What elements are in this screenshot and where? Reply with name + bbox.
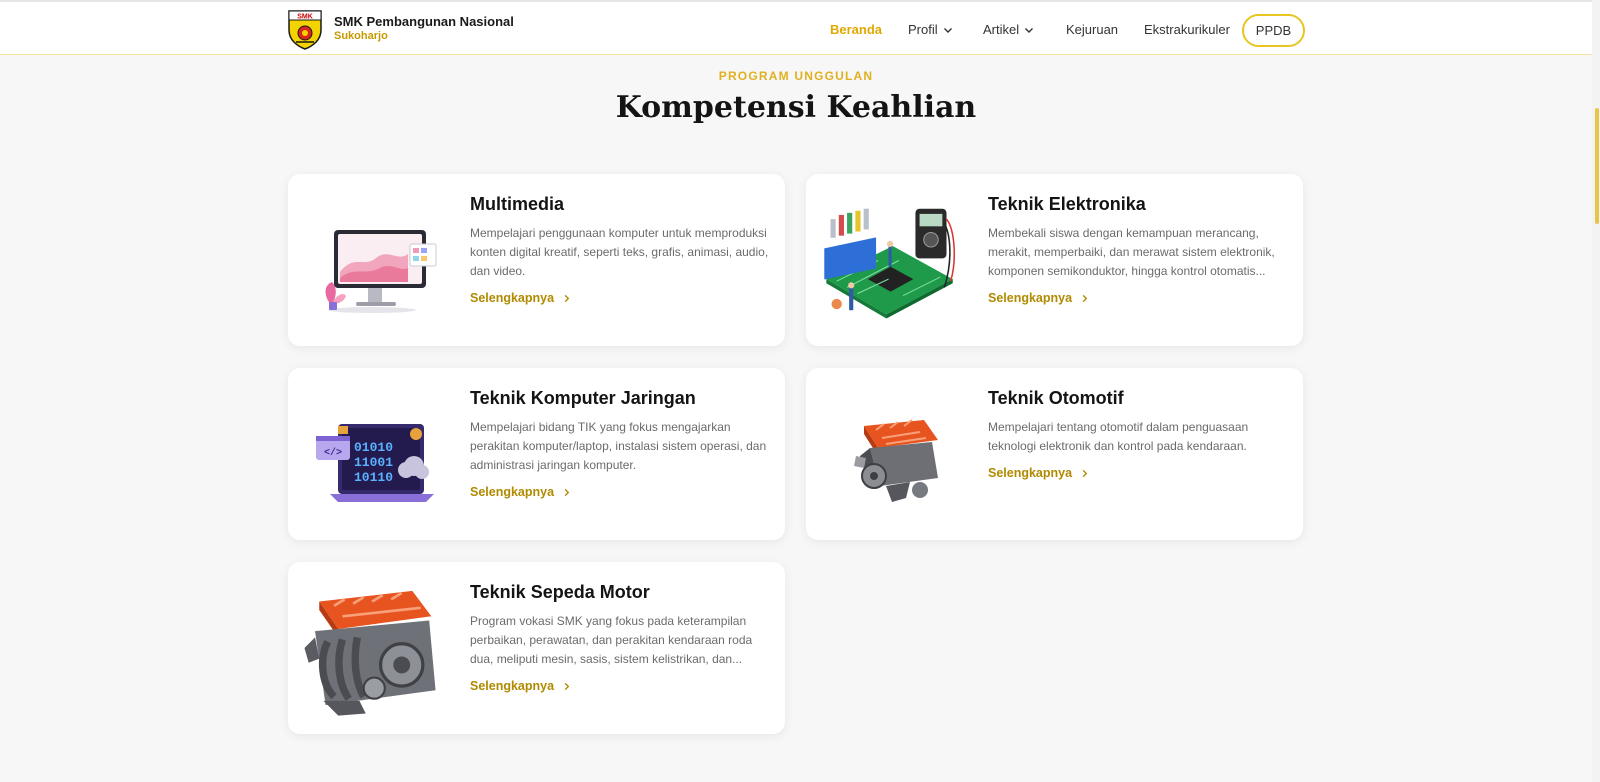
chevron-right-icon	[564, 488, 570, 496]
binary-row: 11001	[354, 455, 393, 470]
program-description: Program vokasi SMK yang fokus pada keter…	[470, 614, 753, 666]
ppdb-label: PPDB	[1255, 23, 1292, 38]
program-card-multimedia[interactable]: Multimedia Mempelajari penggunaan komput…	[288, 174, 785, 346]
brand-location: Sukoharjo	[334, 30, 388, 42]
monitor-illustration-icon	[325, 230, 437, 313]
chevron-right-icon	[564, 682, 570, 690]
nav-artikel[interactable]: Artikel	[983, 22, 1034, 37]
selengkapnya-link[interactable]: Selengkapnya	[988, 466, 1089, 480]
program-title: Teknik Sepeda Motor	[470, 582, 650, 602]
program-title: Multimedia	[470, 194, 565, 214]
link-label: Selengkapnya	[470, 485, 555, 499]
program-description: Mempelajari tentang otomotif dalam pengu…	[988, 420, 1249, 453]
nav-profil[interactable]: Profil	[908, 22, 953, 37]
selengkapnya-link[interactable]: Selengkapnya	[988, 291, 1089, 305]
selengkapnya-link[interactable]: Selengkapnya	[470, 679, 571, 693]
program-title: Teknik Elektronika	[988, 194, 1146, 214]
chevron-right-icon	[564, 294, 570, 302]
nav-ekstrakurikuler[interactable]: Ekstrakurikuler	[1144, 22, 1230, 37]
brand-name: SMK Pembangunan Nasional	[334, 14, 514, 29]
chevron-down-icon	[1025, 27, 1034, 33]
program-description: Mempelajari penggunaan komputer untuk me…	[470, 226, 769, 278]
nav-label: Ekstrakurikuler	[1144, 22, 1230, 37]
program-title: Teknik Komputer Jaringan	[470, 388, 696, 408]
program-description: Membekali siswa dengan kemampuan meranca…	[988, 226, 1275, 278]
circuit-board-illustration-icon	[824, 208, 955, 319]
binary-row: 10110	[354, 470, 393, 485]
nav-beranda[interactable]: Beranda	[830, 22, 882, 37]
nav-label: Artikel	[983, 22, 1020, 37]
program-title: Teknik Otomotif	[988, 388, 1124, 408]
school-logo-icon: SMK	[288, 10, 322, 50]
laptop-binary-illustration-icon: 01010 11001 10110 </>	[316, 424, 434, 502]
nav-label: Profil	[908, 22, 938, 37]
selengkapnya-link[interactable]: Selengkapnya	[470, 291, 571, 305]
link-label: Selengkapnya	[470, 291, 555, 305]
program-card-teknik-otomotif[interactable]: Teknik Otomotif Mempelajari tentang otom…	[806, 368, 1303, 540]
nav-label: Kejuruan	[1066, 22, 1119, 37]
link-label: Selengkapnya	[988, 466, 1073, 480]
scrollbar-thumb[interactable]	[1595, 108, 1599, 224]
site-header: SMK SMK Pembangunan Nasional Sukoharjo B…	[0, 0, 1600, 55]
brand[interactable]: SMK SMK Pembangunan Nasional Sukoharjo	[286, 8, 514, 50]
logo-text: SMK	[297, 14, 313, 21]
svg-text:</>: </>	[324, 447, 342, 459]
nav-label: Beranda	[830, 22, 883, 37]
binary-row: 01010	[354, 440, 393, 455]
section-eyebrow: PROGRAM UNGGULAN	[718, 69, 874, 83]
ppdb-button[interactable]: PPDB	[1242, 14, 1305, 47]
selengkapnya-link[interactable]: Selengkapnya	[470, 485, 571, 499]
nav-kejuruan[interactable]: Kejuruan	[1066, 22, 1118, 37]
chevron-right-icon	[1082, 294, 1088, 302]
motor-engine-illustration-icon	[304, 590, 436, 716]
chevron-down-icon	[943, 27, 952, 33]
program-card-teknik-komputer-jaringan[interactable]: 01010 11001 10110 </> Teknik Komputer Ja…	[288, 368, 785, 540]
chevron-right-icon	[1082, 469, 1088, 477]
link-label: Selengkapnya	[988, 291, 1073, 305]
program-description: Mempelajari bidang TIK yang fokus mengaj…	[470, 420, 767, 472]
car-engine-illustration-icon	[854, 419, 938, 502]
program-card-teknik-elektronika[interactable]: Teknik Elektronika Membekali siswa denga…	[806, 174, 1303, 346]
section-title: Kompetensi Keahlian	[615, 90, 977, 125]
link-label: Selengkapnya	[470, 679, 555, 693]
program-card-teknik-sepeda-motor[interactable]: Teknik Sepeda Motor Program vokasi SMK y…	[288, 562, 785, 734]
